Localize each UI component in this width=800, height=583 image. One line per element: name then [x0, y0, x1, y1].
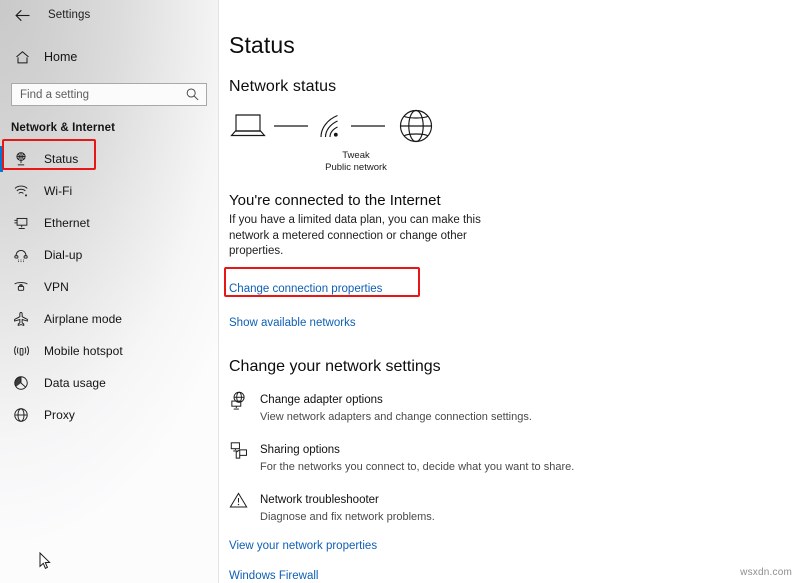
show-available-networks-row: Show available networks: [229, 313, 800, 331]
connected-description: If you have a limited data plan, you can…: [229, 213, 509, 260]
mobile-hotspot-icon: [9, 344, 33, 358]
show-available-networks-link[interactable]: Show available networks: [229, 317, 356, 329]
sidebar-item-data-usage[interactable]: Data usage: [0, 367, 218, 399]
sidebar-item-proxy[interactable]: Proxy: [0, 399, 218, 431]
sidebar-item-label: Proxy: [44, 408, 75, 422]
sidebar-item-airplane-mode[interactable]: Airplane mode: [0, 303, 218, 335]
selection-accent-bar: [0, 146, 3, 172]
network-status-diagram: Tweak Public network: [229, 109, 449, 171]
back-arrow-icon[interactable]: [9, 3, 35, 27]
dialup-modem-icon: [9, 248, 33, 263]
change-settings-heading: Change your network settings: [229, 358, 800, 376]
change-connection-properties-row: Change connection properties: [229, 279, 800, 295]
sidebar-item-home[interactable]: Home: [0, 42, 218, 72]
sidebar-item-label: VPN: [44, 280, 69, 294]
option-title: Network troubleshooter: [260, 494, 379, 506]
adapter-options-icon: [229, 390, 259, 410]
option-network-troubleshooter[interactable]: Network troubleshooter Diagnose and fix …: [229, 490, 800, 524]
sidebar-item-wifi[interactable]: Wi-Fi: [0, 175, 218, 207]
wifi-signal-icon: [321, 116, 338, 138]
option-description: View network adapters and change connect…: [260, 410, 532, 424]
link-view-network-properties[interactable]: View your network properties: [229, 540, 800, 552]
sidebar-home-label: Home: [44, 50, 77, 64]
ethernet-icon: [9, 216, 33, 231]
option-title: Change adapter options: [260, 394, 383, 406]
sidebar-item-dialup[interactable]: Dial-up: [0, 239, 218, 271]
sidebar-item-label: Data usage: [44, 376, 106, 390]
window-title: Settings: [48, 9, 90, 21]
sidebar-item-label: Ethernet: [44, 216, 90, 230]
bottom-links-list: View your network properties Windows Fir…: [229, 540, 800, 583]
option-sharing-options[interactable]: Sharing options For the networks you con…: [229, 440, 800, 474]
data-usage-pie-icon: [9, 375, 33, 391]
sidebar-item-label: Airplane mode: [44, 312, 122, 326]
title-bar: Settings: [0, 0, 218, 30]
sidebar-item-ethernet[interactable]: Ethernet: [0, 207, 218, 239]
vpn-icon: [9, 280, 33, 294]
search-container: [0, 72, 218, 106]
wifi-icon: [9, 184, 33, 199]
search-input[interactable]: [12, 84, 184, 105]
link-windows-firewall[interactable]: Windows Firewall: [229, 570, 800, 582]
proxy-globe-icon: [9, 407, 33, 423]
option-change-adapter-options[interactable]: Change adapter options View network adap…: [229, 390, 800, 424]
sidebar: Settings Home Network & Internet: [0, 0, 219, 583]
sidebar-item-mobile-hotspot[interactable]: Mobile hotspot: [0, 335, 218, 367]
sidebar-item-label: Wi-Fi: [44, 184, 72, 198]
watermark: wsxdn.com: [740, 567, 792, 578]
network-status-icon: [9, 151, 33, 167]
mouse-cursor: [39, 552, 51, 570]
sidebar-item-label: Status: [44, 152, 78, 166]
sharing-options-icon: [229, 440, 259, 460]
home-icon: [9, 50, 35, 65]
main-content: Status Network status: [219, 0, 800, 583]
search-icon[interactable]: [185, 87, 200, 102]
sidebar-item-status[interactable]: Status: [0, 143, 218, 175]
highlight-box-change-connection-properties: [224, 267, 420, 297]
option-description: Diagnose and fix network problems.: [260, 510, 435, 524]
option-title: Sharing options: [260, 444, 340, 456]
page-title: Status: [229, 32, 800, 59]
sidebar-category-title: Network & Internet: [0, 106, 218, 134]
airplane-icon: [9, 311, 33, 327]
network-options-list: Change adapter options View network adap…: [229, 390, 800, 524]
settings-window: Settings Home Network & Internet: [0, 0, 800, 583]
sidebar-nav: Status Wi-Fi: [0, 143, 218, 431]
sidebar-item-label: Dial-up: [44, 248, 82, 262]
option-description: For the networks you connect to, decide …: [260, 460, 574, 474]
search-box[interactable]: [11, 83, 207, 106]
troubleshooter-warning-icon: [229, 490, 259, 509]
connected-heading: You're connected to the Internet: [229, 192, 800, 209]
sidebar-item-vpn[interactable]: VPN: [0, 271, 218, 303]
network-name: Tweak: [291, 150, 421, 162]
sidebar-item-label: Mobile hotspot: [44, 344, 123, 358]
laptop-icon: [232, 115, 265, 136]
network-type: Public network: [291, 162, 421, 174]
globe-icon: [401, 111, 432, 142]
network-status-heading: Network status: [229, 78, 800, 96]
network-caption: Tweak Public network: [291, 150, 421, 173]
